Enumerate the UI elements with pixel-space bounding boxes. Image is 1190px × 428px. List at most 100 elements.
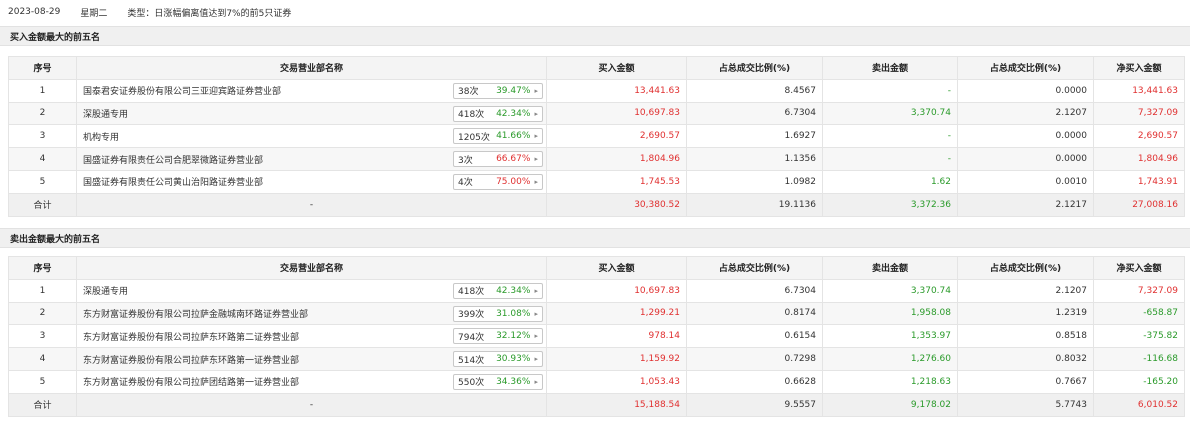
column-header: 净买入金额	[1093, 56, 1185, 80]
row-index: 2	[8, 301, 77, 326]
branch-name[interactable]: 东方财富证券股份有限公司拉萨金融城南环路证券营业部	[83, 310, 308, 320]
table-row[interactable]: 4 国盛证券有限责任公司合肥翠微路证券营业部 3次 66.67% ▸ 1,804.96 1.…	[8, 147, 1185, 171]
win-rate: 31.08%	[496, 308, 531, 319]
column-header: 占总成交比例(%)	[957, 256, 1094, 280]
sell-amount: -	[822, 78, 958, 103]
branch-name[interactable]: 东方财富证券股份有限公司拉萨东环路第一证券营业部	[83, 356, 299, 366]
total-buy-ratio: 19.1136	[686, 192, 823, 217]
buy-amount: 978.14	[546, 324, 687, 349]
branch-name-cell: 国泰君安证券股份有限公司三亚迎宾路证券营业部 38次 39.47% ▸	[76, 78, 547, 103]
top-info-bar: 2023-08-29 星期二 类型：日涨幅偏离值达到7%的前5只证券	[0, 0, 1190, 24]
sell-amount: 1,958.08	[822, 301, 958, 326]
sell-ratio: 0.0010	[957, 169, 1094, 194]
chevron-right-icon: ▸	[534, 177, 538, 186]
total-name: -	[76, 392, 547, 417]
appearance-count: 794次	[458, 332, 485, 343]
net-buy-amount: 1,743.91	[1093, 169, 1185, 194]
net-buy-amount: 7,327.09	[1093, 278, 1185, 303]
appearance-count: 38次	[458, 87, 479, 98]
branch-name[interactable]: 机构专用	[83, 133, 119, 143]
sell-ratio: 0.0000	[957, 78, 1094, 103]
sell-section-title: 卖出金额最大的前五名	[0, 228, 1190, 248]
buy-ratio: 1.1356	[686, 147, 823, 171]
branch-stats-button[interactable]: 38次 39.47% ▸	[453, 82, 543, 99]
branch-stats-button[interactable]: 399次 31.08% ▸	[453, 305, 543, 322]
sell-amount: 3,370.74	[822, 101, 958, 126]
branch-name-cell: 机构专用 1205次 41.66% ▸	[76, 124, 547, 149]
net-buy-amount: -375.82	[1093, 324, 1185, 349]
table-row[interactable]: 3 东方财富证券股份有限公司拉萨东环路第二证券营业部 794次 32.12% ▸ 978.…	[8, 324, 1185, 349]
buy-top5-table: 序号 交易营业部名称 买入金额 占总成交比例(%) 卖出金额 占总成交比例(%) 净买入金额…	[8, 56, 1185, 217]
total-row: 合计 -30,380.52 19.1136 3,372.36 2.1217 27,008.…	[8, 192, 1185, 217]
sell-ratio: 0.0000	[957, 147, 1094, 171]
buy-ratio: 0.6628	[686, 369, 823, 394]
branch-stats-button[interactable]: 794次 32.12% ▸	[453, 328, 543, 345]
buy-amount: 2,690.57	[546, 124, 687, 149]
branch-name[interactable]: 东方财富证券股份有限公司拉萨东环路第二证券营业部	[83, 333, 299, 343]
branch-stats-button[interactable]: 418次 42.34% ▸	[453, 282, 543, 299]
net-buy-amount: 2,690.57	[1093, 124, 1185, 149]
appearance-count: 4次	[458, 178, 473, 189]
branch-stats-button[interactable]: 418次 42.34% ▸	[453, 105, 543, 122]
table-row[interactable]: 1 国泰君安证券股份有限公司三亚迎宾路证券营业部 38次 39.47% ▸ 13,441.…	[8, 78, 1185, 103]
buy-amount: 1,159.92	[546, 347, 687, 371]
table-row[interactable]: 5 东方财富证券股份有限公司拉萨团结路第一证券营业部 550次 34.36% ▸ 1,05…	[8, 369, 1185, 394]
column-header: 卖出金额	[822, 256, 958, 280]
sell-amount: -	[822, 124, 958, 149]
branch-stats-button[interactable]: 3次 66.67% ▸	[453, 151, 543, 168]
win-rate: 42.34%	[496, 108, 531, 119]
row-index: 3	[8, 324, 77, 349]
appearance-count: 514次	[458, 355, 485, 366]
sell-ratio: 1.2319	[957, 301, 1094, 326]
table-row[interactable]: 1 深股通专用 418次 42.34% ▸ 10,697.83 6.7304 3,370.74…	[8, 278, 1185, 303]
row-index: 3	[8, 124, 77, 149]
total-sell-ratio: 5.7743	[957, 392, 1094, 417]
branch-stats-button[interactable]: 514次 30.93% ▸	[453, 351, 543, 368]
branch-stats-button[interactable]: 1205次 41.66% ▸	[453, 128, 543, 145]
branch-name[interactable]: 深股通专用	[83, 287, 128, 297]
total-sell-ratio: 2.1217	[957, 192, 1094, 217]
row-index: 2	[8, 101, 77, 126]
column-header: 交易营业部名称	[76, 256, 547, 280]
buy-ratio: 0.8174	[686, 301, 823, 326]
buy-amount: 10,697.83	[546, 101, 687, 126]
net-buy-amount: -658.87	[1093, 301, 1185, 326]
branch-name[interactable]: 东方财富证券股份有限公司拉萨团结路第一证券营业部	[83, 378, 299, 388]
table-row[interactable]: 2 东方财富证券股份有限公司拉萨金融城南环路证券营业部 399次 31.08% ▸ 1,2…	[8, 301, 1185, 326]
sell-amount: 1,353.97	[822, 324, 958, 349]
branch-stats-button[interactable]: 550次 34.36% ▸	[453, 373, 543, 390]
table-row[interactable]: 2 深股通专用 418次 42.34% ▸ 10,697.83 6.7304 3,370.74…	[8, 101, 1185, 126]
branch-name-cell: 深股通专用 418次 42.34% ▸	[76, 101, 547, 126]
appearance-count: 550次	[458, 378, 485, 389]
total-label: 合计	[8, 192, 77, 217]
column-header: 交易营业部名称	[76, 56, 547, 80]
buy-amount: 13,441.63	[546, 78, 687, 103]
branch-name[interactable]: 国盛证券有限责任公司黄山治阳路证券营业部	[83, 178, 263, 188]
branch-name-cell: 深股通专用 418次 42.34% ▸	[76, 278, 547, 303]
buy-ratio: 6.7304	[686, 278, 823, 303]
total-sell-amount: 3,372.36	[822, 192, 958, 217]
table-row[interactable]: 5 国盛证券有限责任公司黄山治阳路证券营业部 4次 75.00% ▸ 1,745.53 1.…	[8, 169, 1185, 194]
table-row[interactable]: 3 机构专用 1205次 41.66% ▸ 2,690.57 1.6927-0.0000 2,…	[8, 124, 1185, 149]
branch-name[interactable]: 深股通专用	[83, 110, 128, 120]
table-row[interactable]: 4 东方财富证券股份有限公司拉萨东环路第一证券营业部 514次 30.93% ▸ 1,15…	[8, 347, 1185, 371]
branch-stats-button[interactable]: 4次 75.00% ▸	[453, 173, 543, 190]
sell-ratio: 0.7667	[957, 369, 1094, 394]
sell-top5-table: 序号 交易营业部名称 买入金额 占总成交比例(%) 卖出金额 占总成交比例(%) 净买入金额…	[8, 256, 1185, 417]
column-header: 序号	[8, 56, 77, 80]
sell-ratio: 0.0000	[957, 124, 1094, 149]
branch-name[interactable]: 国泰君安证券股份有限公司三亚迎宾路证券营业部	[83, 87, 281, 97]
column-header: 占总成交比例(%)	[686, 56, 823, 80]
sell-ratio: 0.8032	[957, 347, 1094, 371]
win-rate: 42.34%	[496, 285, 531, 296]
branch-name[interactable]: 国盛证券有限责任公司合肥翠微路证券营业部	[83, 156, 263, 166]
total-net-buy: 27,008.16	[1093, 192, 1185, 217]
column-header: 净买入金额	[1093, 256, 1185, 280]
net-buy-amount: -165.20	[1093, 369, 1185, 394]
branch-name-cell: 东方财富证券股份有限公司拉萨东环路第二证券营业部 794次 32.12% ▸	[76, 324, 547, 349]
sell-ratio: 2.1207	[957, 101, 1094, 126]
chevron-right-icon: ▸	[534, 332, 538, 341]
column-header: 买入金额	[546, 56, 687, 80]
appearance-count: 3次	[458, 155, 473, 166]
sell-amount: 1,218.63	[822, 369, 958, 394]
